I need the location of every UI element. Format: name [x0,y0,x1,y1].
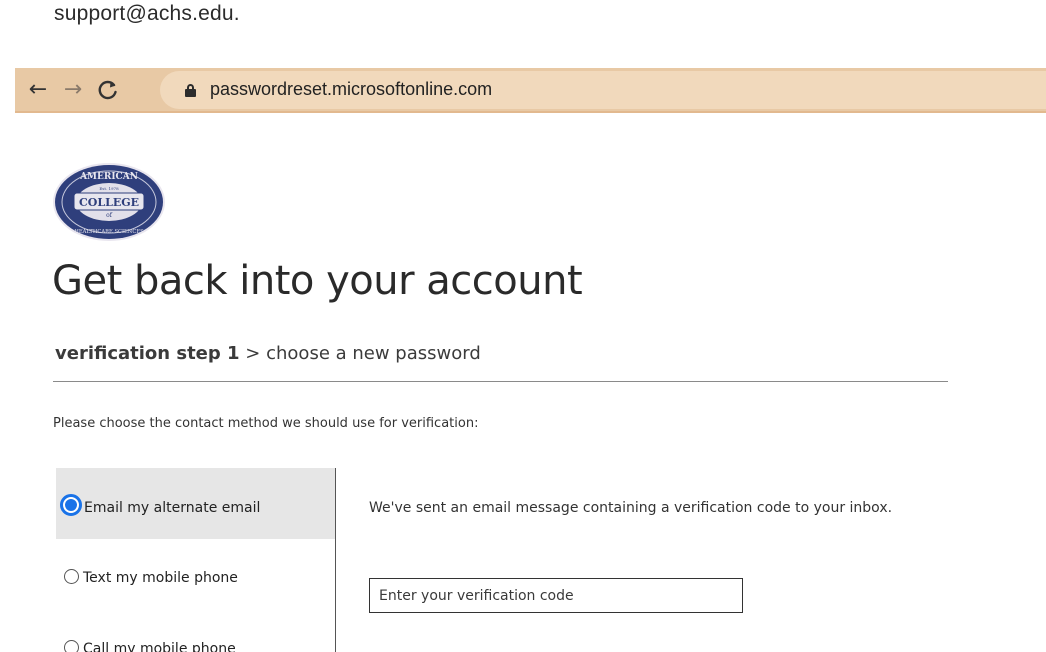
method-label[interactable]: Email my alternate email [84,500,260,516]
method-text-mobile[interactable]: Text my mobile phone [56,539,335,610]
logo-text-top: AMERICAN [79,172,138,182]
radio-text-mobile[interactable] [64,569,79,584]
active-step: verification step 1 [55,343,240,364]
radio-call-mobile[interactable] [64,640,79,652]
forward-arrow-icon[interactable]: → [60,76,86,104]
lock-icon[interactable] [185,84,196,97]
method-email-alternate[interactable]: Email my alternate email [56,468,335,539]
logo-text-of: of [106,212,113,219]
browser-toolbar: ← → passwordreset.microsoftonline.com [15,68,1046,113]
method-label[interactable]: Text my mobile phone [83,570,238,586]
logo-text-est: Est. 1978 [99,186,119,191]
back-arrow-icon[interactable]: ← [25,76,51,104]
next-step: choose a new password [266,343,481,364]
radio-email-alternate[interactable] [60,494,82,516]
logo-text-middle: COLLEGE [79,196,139,209]
verification-message: We've sent an email message containing a… [369,500,893,516]
contact-method-list: Email my alternate email Text my mobile … [56,468,336,652]
step-breadcrumb: verification step 1 > choose a new passw… [55,343,481,364]
address-bar[interactable]: passwordreset.microsoftonline.com [160,71,1046,109]
method-label[interactable]: Call my mobile phone [83,641,236,652]
url-text[interactable]: passwordreset.microsoftonline.com [210,79,492,100]
college-logo: AMERICAN Est. 1978 COLLEGE of HEALTHCARE… [52,162,166,242]
logo-text-bottom: HEALTHCARE SCIENCES [74,229,144,235]
verification-code-input[interactable] [369,578,743,613]
step-separator: > [239,343,267,364]
instruction-text: Please choose the contact method we shou… [53,416,479,431]
page-title: Get back into your account [52,258,583,304]
divider [53,381,948,382]
reload-icon[interactable] [95,76,121,104]
method-call-mobile[interactable]: Call my mobile phone [56,610,335,652]
methods-divider [335,468,336,652]
top-text: support@achs.edu. [54,2,240,25]
